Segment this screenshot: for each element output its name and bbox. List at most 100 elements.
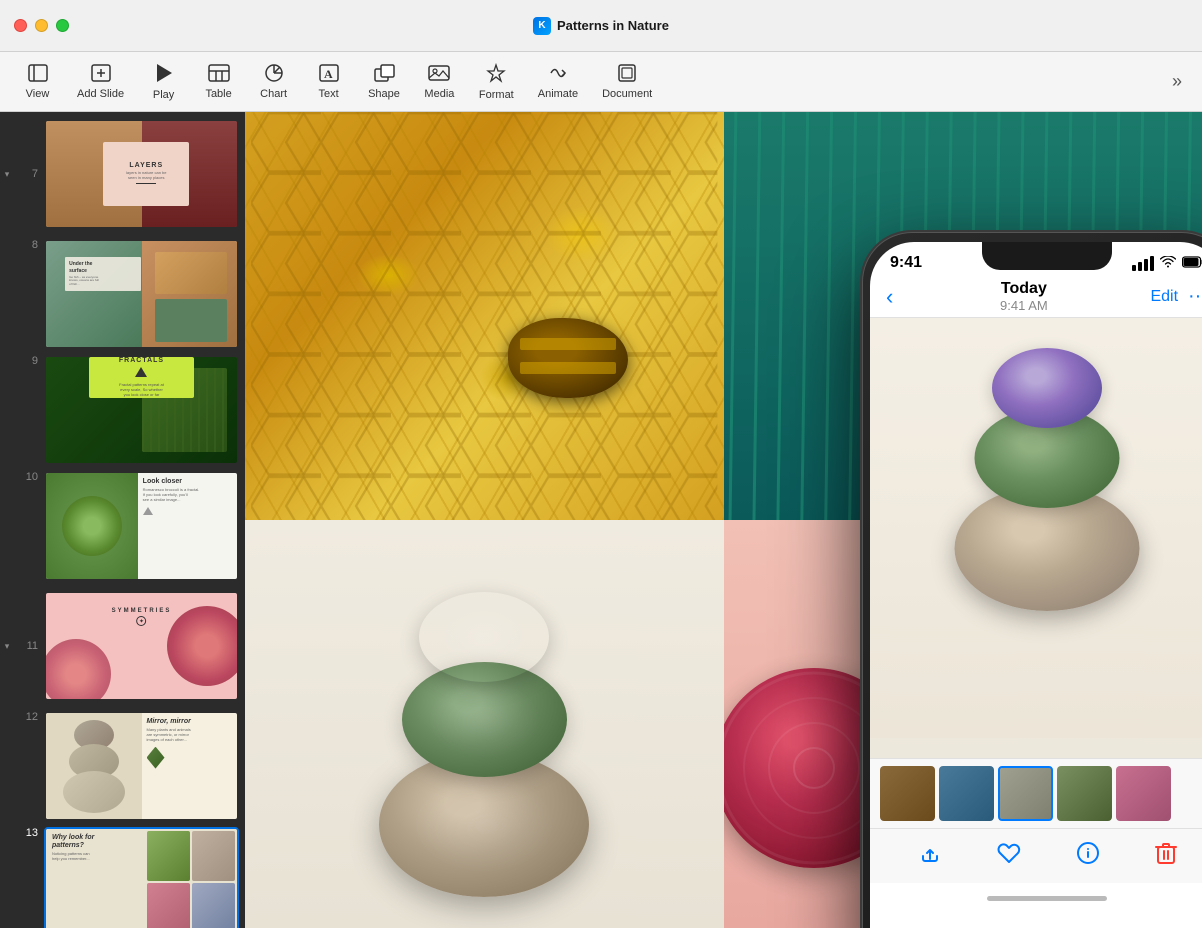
titlebar: K Patterns in Nature <box>0 0 1202 52</box>
signal-bar-1 <box>1132 265 1136 271</box>
shape-icon <box>373 64 395 85</box>
close-button[interactable] <box>14 19 27 32</box>
home-indicator <box>870 883 1202 913</box>
toolbar-more-button[interactable]: » <box>1162 67 1192 97</box>
share-button[interactable] <box>918 841 942 871</box>
document-icon <box>617 64 637 85</box>
main-layout: ▾ 7 LAYERS layers in nature can beseen i… <box>0 112 1202 928</box>
table-icon <box>208 64 230 85</box>
slide-group-13: 13 Why look forpatterns? Noticing patter… <box>0 824 245 928</box>
slide-panel: ▾ 7 LAYERS layers in nature can beseen i… <box>0 112 245 928</box>
document-label: Document <box>602 88 652 100</box>
iphone-body: 9:41 <box>862 232 1202 928</box>
toolbar-text[interactable]: A Text <box>301 60 356 104</box>
add-slide-icon <box>91 64 111 85</box>
animate-icon <box>548 64 568 85</box>
animate-label: Animate <box>538 88 578 100</box>
slide-thumb-12[interactable]: Mirror, mirror Many plants and animalsar… <box>44 711 239 821</box>
back-button[interactable]: ‹ <box>886 286 893 308</box>
toolbar-format[interactable]: Format <box>467 59 526 105</box>
favorite-button[interactable] <box>997 842 1021 870</box>
slide-group-8: 8 Under the surface Go fish – as everyon… <box>0 236 245 352</box>
canvas-cell-bee <box>245 112 724 520</box>
slide-number-12: 12 <box>14 711 44 723</box>
media-label: Media <box>424 88 454 100</box>
thumbnail-2[interactable] <box>939 766 994 821</box>
photos-app-header: ‹ Today 9:41 AM Edit ··· <box>870 276 1202 318</box>
signal-bar-4 <box>1150 256 1154 271</box>
text-label: Text <box>319 88 339 100</box>
add-slide-label: Add Slide <box>77 88 124 100</box>
shape-label: Shape <box>368 88 400 100</box>
toolbar-document[interactable]: Document <box>590 60 664 104</box>
photos-main-image <box>870 318 1202 758</box>
photos-edit-button[interactable]: Edit <box>1150 288 1178 306</box>
slide-number-11: 11 <box>14 640 44 652</box>
thumbnail-strip <box>870 758 1202 828</box>
traffic-lights <box>14 19 69 32</box>
iphone-signals <box>1132 255 1202 271</box>
canvas-area: 9:41 <box>245 112 1202 928</box>
signal-bars <box>1132 256 1154 271</box>
iphone-device: 9:41 <box>862 232 1202 928</box>
info-button[interactable] <box>1076 841 1100 871</box>
slide-number-8: 8 <box>14 239 44 251</box>
home-bar <box>987 896 1107 901</box>
slide-thumb-11[interactable]: SYMMETRIES ✦ <box>44 591 239 701</box>
photos-date-title: Today <box>897 280 1150 298</box>
slide-thumb-10[interactable]: Look closer Romanesco broccoli is a frac… <box>44 471 239 581</box>
toolbar-shape[interactable]: Shape <box>356 60 412 104</box>
iphone-screen: 9:41 <box>870 242 1202 928</box>
slide-group-7: ▾ 7 LAYERS layers in nature can beseen i… <box>0 112 245 236</box>
wifi-icon <box>1160 255 1176 271</box>
collapse-toggle-11[interactable]: ▾ <box>0 641 14 652</box>
toolbar-add-slide[interactable]: Add Slide <box>65 60 136 104</box>
canvas-cell-urchins <box>245 520 724 928</box>
toolbar-media[interactable]: Media <box>412 60 467 104</box>
slide-group-9: 9 FRACTALS Fractal patterns repeat ateve… <box>0 352 245 468</box>
photos-bottom-bar <box>870 828 1202 883</box>
minimize-button[interactable] <box>35 19 48 32</box>
slide-group-12: 12 Mirror, mirror Many plants and animal… <box>0 708 245 824</box>
toolbar-table[interactable]: Table <box>191 60 246 104</box>
slide-thumb-7[interactable]: LAYERS layers in nature can beseen in ma… <box>44 119 239 229</box>
collapse-toggle-7[interactable]: ▾ <box>0 169 14 180</box>
photos-time-subtitle: 9:41 AM <box>897 298 1150 313</box>
toolbar-animate[interactable]: Animate <box>526 60 590 104</box>
view-icon <box>28 64 48 85</box>
signal-bar-3 <box>1144 259 1148 271</box>
chart-icon <box>263 64 285 85</box>
text-icon: A <box>319 64 339 85</box>
toolbar-chart[interactable]: Chart <box>246 60 301 104</box>
maximize-button[interactable] <box>56 19 69 32</box>
thumbnail-4[interactable] <box>1057 766 1112 821</box>
slide-thumb-13[interactable]: Why look forpatterns? Noticing patterns … <box>44 827 239 928</box>
battery-icon <box>1182 256 1202 271</box>
slide-number-9: 9 <box>14 355 44 367</box>
play-icon <box>155 63 173 86</box>
toolbar-play[interactable]: Play <box>136 59 191 105</box>
toolbar-view[interactable]: View <box>10 60 65 104</box>
slide-row-7[interactable]: ▾ 7 LAYERS layers in nature can beseen i… <box>0 115 245 233</box>
view-label: View <box>26 88 50 100</box>
format-icon <box>486 63 506 86</box>
slide-number-7: 7 <box>14 168 44 180</box>
play-label: Play <box>153 89 174 101</box>
table-label: Table <box>205 88 231 100</box>
slide-row-11[interactable]: ▾ 11 SYMMETRIES ✦ <box>0 587 245 705</box>
slide-thumb-8[interactable]: Under the surface Go fish – as everyonek… <box>44 239 239 349</box>
slide-thumb-9[interactable]: FRACTALS Fractal patterns repeat atevery… <box>44 355 239 465</box>
svg-text:A: A <box>324 67 333 81</box>
photos-title-area: Today 9:41 AM <box>897 280 1150 313</box>
slide-group-11: ▾ 11 SYMMETRIES ✦ <box>0 584 245 708</box>
window-title-text: Patterns in Nature <box>557 18 669 33</box>
slide-number-13: 13 <box>14 827 44 839</box>
thumbnail-1[interactable] <box>880 766 935 821</box>
thumbnail-5[interactable] <box>1116 766 1171 821</box>
app-icon: K <box>533 17 551 35</box>
delete-button[interactable] <box>1155 841 1177 871</box>
photos-more-button[interactable]: ··· <box>1188 285 1202 308</box>
format-label: Format <box>479 89 514 101</box>
media-icon <box>428 64 450 85</box>
thumbnail-3[interactable] <box>998 766 1053 821</box>
